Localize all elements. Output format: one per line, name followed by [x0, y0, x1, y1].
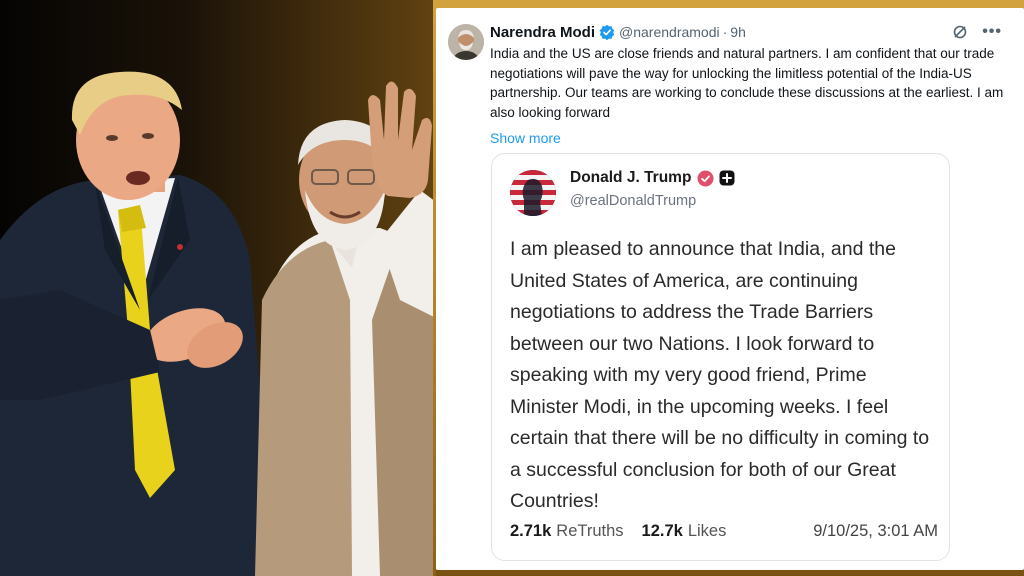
separator-dot: ·	[722, 24, 728, 40]
show-more-link[interactable]: Show more	[490, 130, 561, 146]
author-line: Narendra Modi @narendramodi · 9h	[490, 22, 746, 42]
quoted-author-name[interactable]: Donald J. Trump	[570, 169, 691, 187]
grok-icon[interactable]	[952, 24, 968, 40]
post-text: India and the US are close friends and n…	[490, 46, 1004, 120]
quoted-author-handle[interactable]: @realDonaldTrump	[570, 193, 696, 209]
likes-label[interactable]: Likes	[688, 522, 727, 541]
author-avatar[interactable]	[448, 24, 484, 60]
quoted-post-text: I am pleased to announce that India, and…	[510, 238, 930, 512]
trump-figure	[0, 71, 275, 576]
quoted-post-card[interactable]: Donald J. Trump @realDonaldTrump I am pl…	[491, 153, 950, 561]
plus-badge-icon	[719, 170, 735, 186]
bottom-strip	[436, 570, 1024, 576]
author-handle[interactable]: @narendramodi	[619, 24, 720, 40]
post-card[interactable]: Narendra Modi @narendramodi · 9h ••• Ind…	[436, 8, 1024, 570]
truth-verified-icon	[697, 170, 714, 187]
post-time[interactable]: 9h	[730, 24, 746, 40]
quoted-post-date[interactable]: 9/10/25, 3:01 AM	[813, 522, 938, 541]
retruths-label[interactable]: ReTruths	[556, 522, 623, 541]
more-options-icon[interactable]: •••	[982, 24, 1002, 40]
leaders-photo	[0, 0, 440, 576]
retruths-count[interactable]: 2.71k	[510, 522, 551, 541]
modi-figure	[255, 81, 440, 576]
post-actions-top: •••	[952, 24, 1002, 40]
quoted-post-stats: 2.71k ReTruths 12.7k Likes 9/10/25, 3:01…	[510, 522, 938, 541]
author-name[interactable]: Narendra Modi	[490, 24, 595, 41]
quoted-author-line: Donald J. Trump	[570, 169, 735, 187]
verified-badge-icon	[599, 24, 615, 41]
likes-count[interactable]: 12.7k	[642, 522, 683, 541]
quoted-author-avatar[interactable]	[510, 170, 556, 216]
